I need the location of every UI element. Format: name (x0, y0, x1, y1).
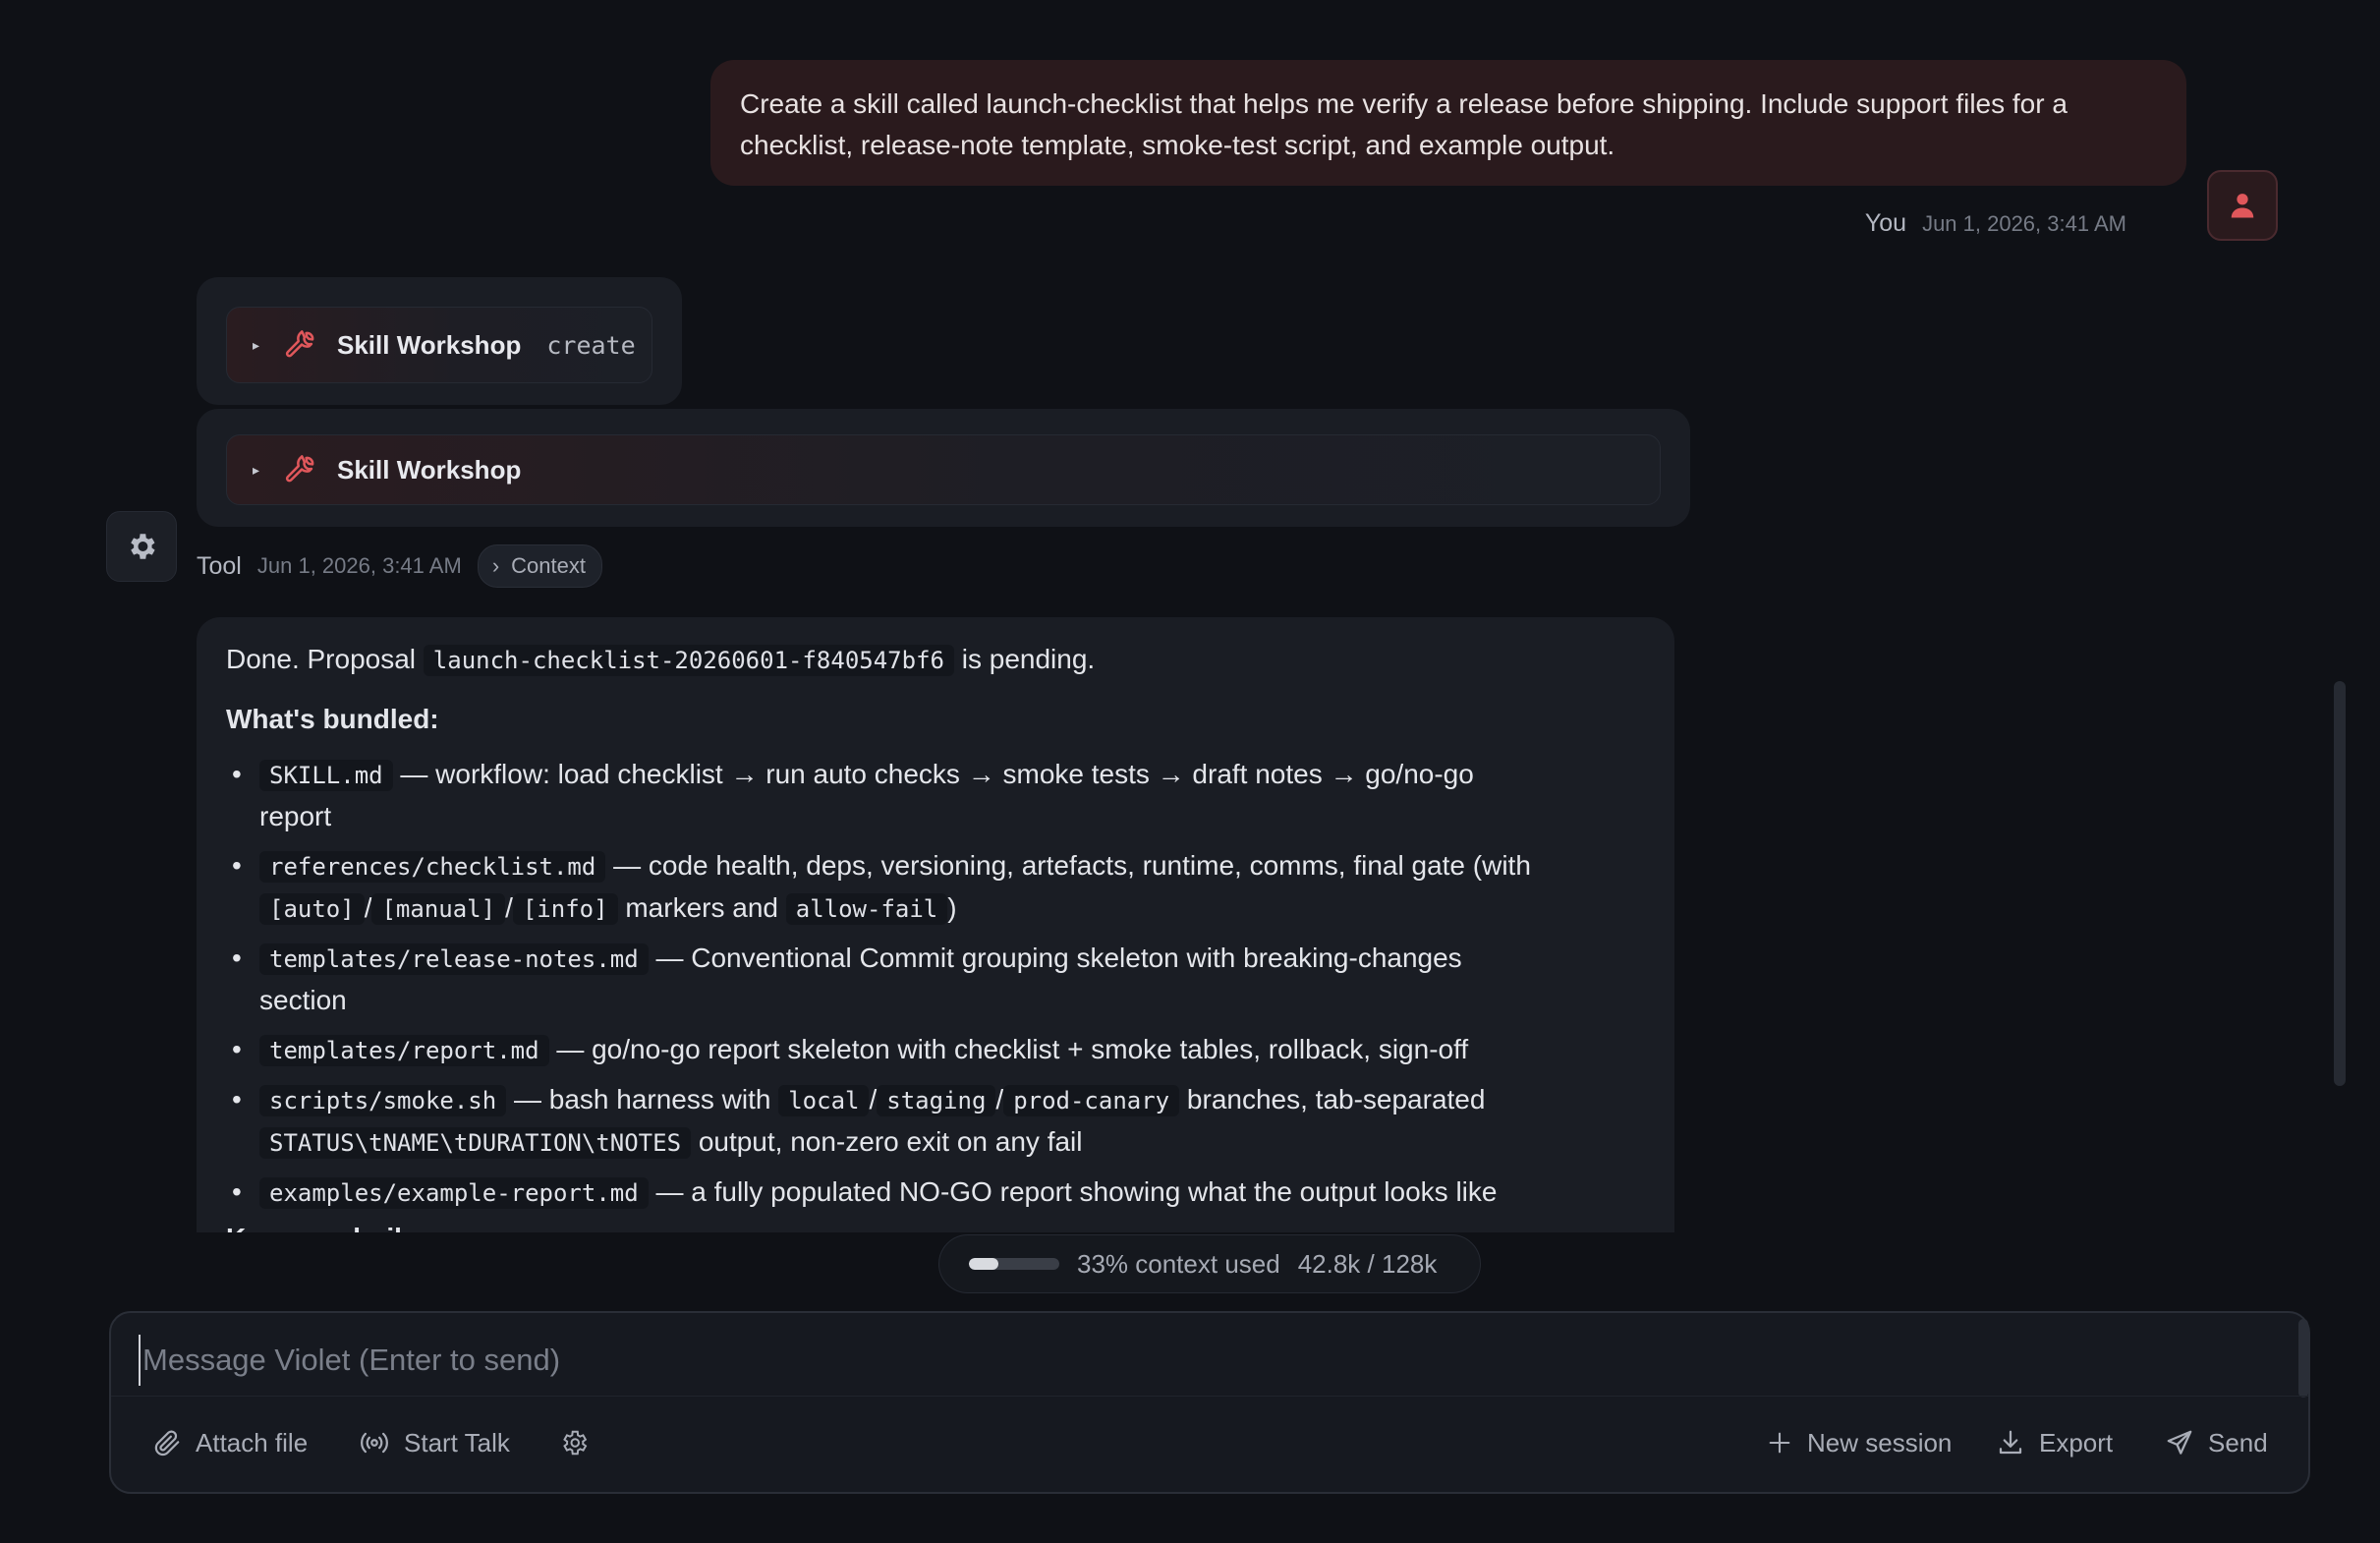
user-author: You (1864, 209, 1907, 237)
expand-caret-icon[interactable]: ▸ (253, 462, 264, 479)
file-desc-mid: markers and (625, 892, 778, 923)
intro-suffix: is pending. (961, 644, 1096, 674)
file-name: scripts/smoke.sh (259, 1085, 507, 1116)
context-usage-indicator: 33% context used 42.8k / 128k (938, 1234, 1481, 1293)
new-session-button[interactable]: New session (1766, 1421, 1952, 1464)
user-timestamp: Jun 1, 2026, 3:41 AM (1922, 211, 2126, 236)
marker-code: [info] (512, 893, 618, 925)
bundled-list: SKILL.md — workflow: load checklist → ru… (226, 754, 1645, 1214)
context-usage-tokens: 42.8k / 128k (1297, 1248, 1438, 1279)
proposal-id: launch-checklist-20260601-f840547bf6 (423, 645, 954, 676)
list-item: templates/release-notes.md — Conventiona… (226, 938, 1543, 1021)
plus-icon (1769, 1432, 1790, 1454)
branch-code: local (778, 1085, 870, 1116)
tool-call-1-arg: create (546, 330, 636, 360)
file-desc: — go/no-go report skeleton with checklis… (556, 1034, 1469, 1064)
send-icon (2167, 1430, 2192, 1455)
composer-settings-button[interactable] (559, 1421, 589, 1464)
chevron-right-icon: › (491, 553, 500, 578)
user-message-text: Create a skill called launch-checklist t… (740, 88, 2068, 160)
tool-call-1-name: Skill Workshop (337, 329, 522, 360)
list-item: SKILL.md — workflow: load checklist → ru… (226, 754, 1543, 837)
list-item: scripts/smoke.sh — bash harness with loc… (226, 1079, 1543, 1164)
send-button[interactable]: Send (2165, 1421, 2268, 1464)
separator: / (505, 892, 513, 923)
page-scrollbar[interactable] (2334, 681, 2346, 1086)
user-message-meta: You Jun 1, 2026, 3:41 AM (1865, 209, 2126, 238)
export-button[interactable]: Export (1996, 1421, 2113, 1464)
context-usage-bar-fill (969, 1258, 999, 1270)
tool-author: Tool (197, 551, 242, 580)
bundled-heading: What's bundled: (226, 704, 439, 734)
file-name: references/checklist.md (259, 851, 606, 883)
new-session-label: New session (1807, 1427, 1953, 1457)
intro-prefix: Done. Proposal (226, 644, 417, 674)
file-name: SKILL.md (259, 760, 393, 791)
gear-icon (131, 534, 155, 559)
guardrails-heading: Key guardrails: (226, 1218, 1645, 1232)
tool-call-1[interactable]: ▸ Skill Workshop create (226, 307, 652, 383)
branch-code: prod-canary (1003, 1085, 1180, 1116)
context-usage-bar (969, 1258, 1059, 1270)
composer-scrollbar[interactable] (2298, 1319, 2308, 1398)
marker-code: allow-fail (785, 893, 948, 925)
gear-icon (563, 1430, 588, 1456)
file-desc: — code health, deps, versioning, artefac… (613, 850, 1531, 881)
assistant-intro: Done. Proposal launch-checklist-20260601… (226, 639, 1645, 681)
tool-message-meta: Tool Jun 1, 2026, 3:41 AM › Context (197, 544, 602, 588)
message-composer: Attach file Start Talk New session Expor… (109, 1311, 2310, 1494)
tool-call-2[interactable]: ▸ Skill Workshop (226, 434, 1661, 505)
wrench-icon (285, 455, 314, 483)
tool-timestamp: Jun 1, 2026, 3:41 AM (256, 553, 462, 578)
branch-code: staging (877, 1085, 996, 1116)
file-name: templates/release-notes.md (259, 943, 649, 975)
list-item: examples/example-report.md — a fully pop… (226, 1172, 1543, 1214)
user-message-bubble: Create a skill called launch-checklist t… (710, 60, 2186, 186)
file-desc: — bash harness with (513, 1084, 771, 1114)
file-name: templates/report.md (259, 1035, 549, 1066)
tool-call-2-container: ▸ Skill Workshop (197, 409, 1690, 527)
file-desc-tail: ) (947, 892, 957, 923)
expand-caret-icon[interactable]: ▸ (253, 337, 264, 354)
start-talk-button[interactable]: Start Talk (359, 1421, 510, 1464)
send-label: Send (2208, 1427, 2268, 1457)
export-label: Export (2039, 1427, 2114, 1457)
user-avatar (2207, 170, 2278, 241)
marker-code: [auto] (259, 893, 365, 925)
download-icon (1999, 1430, 2022, 1455)
file-desc-tail: output, non-zero exit on any fail (698, 1126, 1083, 1157)
composer-divider (111, 1396, 2308, 1397)
assistant-message: Done. Proposal launch-checklist-20260601… (197, 617, 1674, 1232)
tool-call-1-container: ▸ Skill Workshop create (197, 277, 682, 405)
attach-file-button[interactable]: Attach file (152, 1421, 308, 1464)
message-input[interactable] (139, 1335, 2251, 1386)
list-item: templates/report.md — go/no-go report sk… (226, 1029, 1543, 1071)
file-desc-mid: branches, tab-separated (1186, 1084, 1486, 1114)
broadcast-icon (361, 1432, 388, 1454)
tool-avatar (106, 511, 177, 582)
marker-code: [manual] (371, 893, 506, 925)
file-name: examples/example-report.md (259, 1177, 649, 1209)
paperclip-icon (154, 1430, 180, 1457)
list-item: references/checklist.md — code health, d… (226, 845, 1543, 930)
file-desc: — workflow: load checklist → run auto ch… (259, 759, 1474, 831)
wrench-icon (285, 330, 314, 358)
start-talk-label: Start Talk (404, 1427, 510, 1457)
context-label: Context (511, 553, 586, 578)
format-code: STATUS\tNAME\tDURATION\tNOTES (259, 1127, 692, 1159)
person-icon (2231, 194, 2254, 218)
context-usage-percent: 33% context used (1077, 1248, 1280, 1279)
tool-call-2-name: Skill Workshop (337, 454, 522, 485)
attach-file-label: Attach file (196, 1427, 309, 1457)
file-desc: — a fully populated NO-GO report showing… (655, 1176, 1498, 1207)
context-toggle-button[interactable]: › Context (477, 544, 602, 588)
